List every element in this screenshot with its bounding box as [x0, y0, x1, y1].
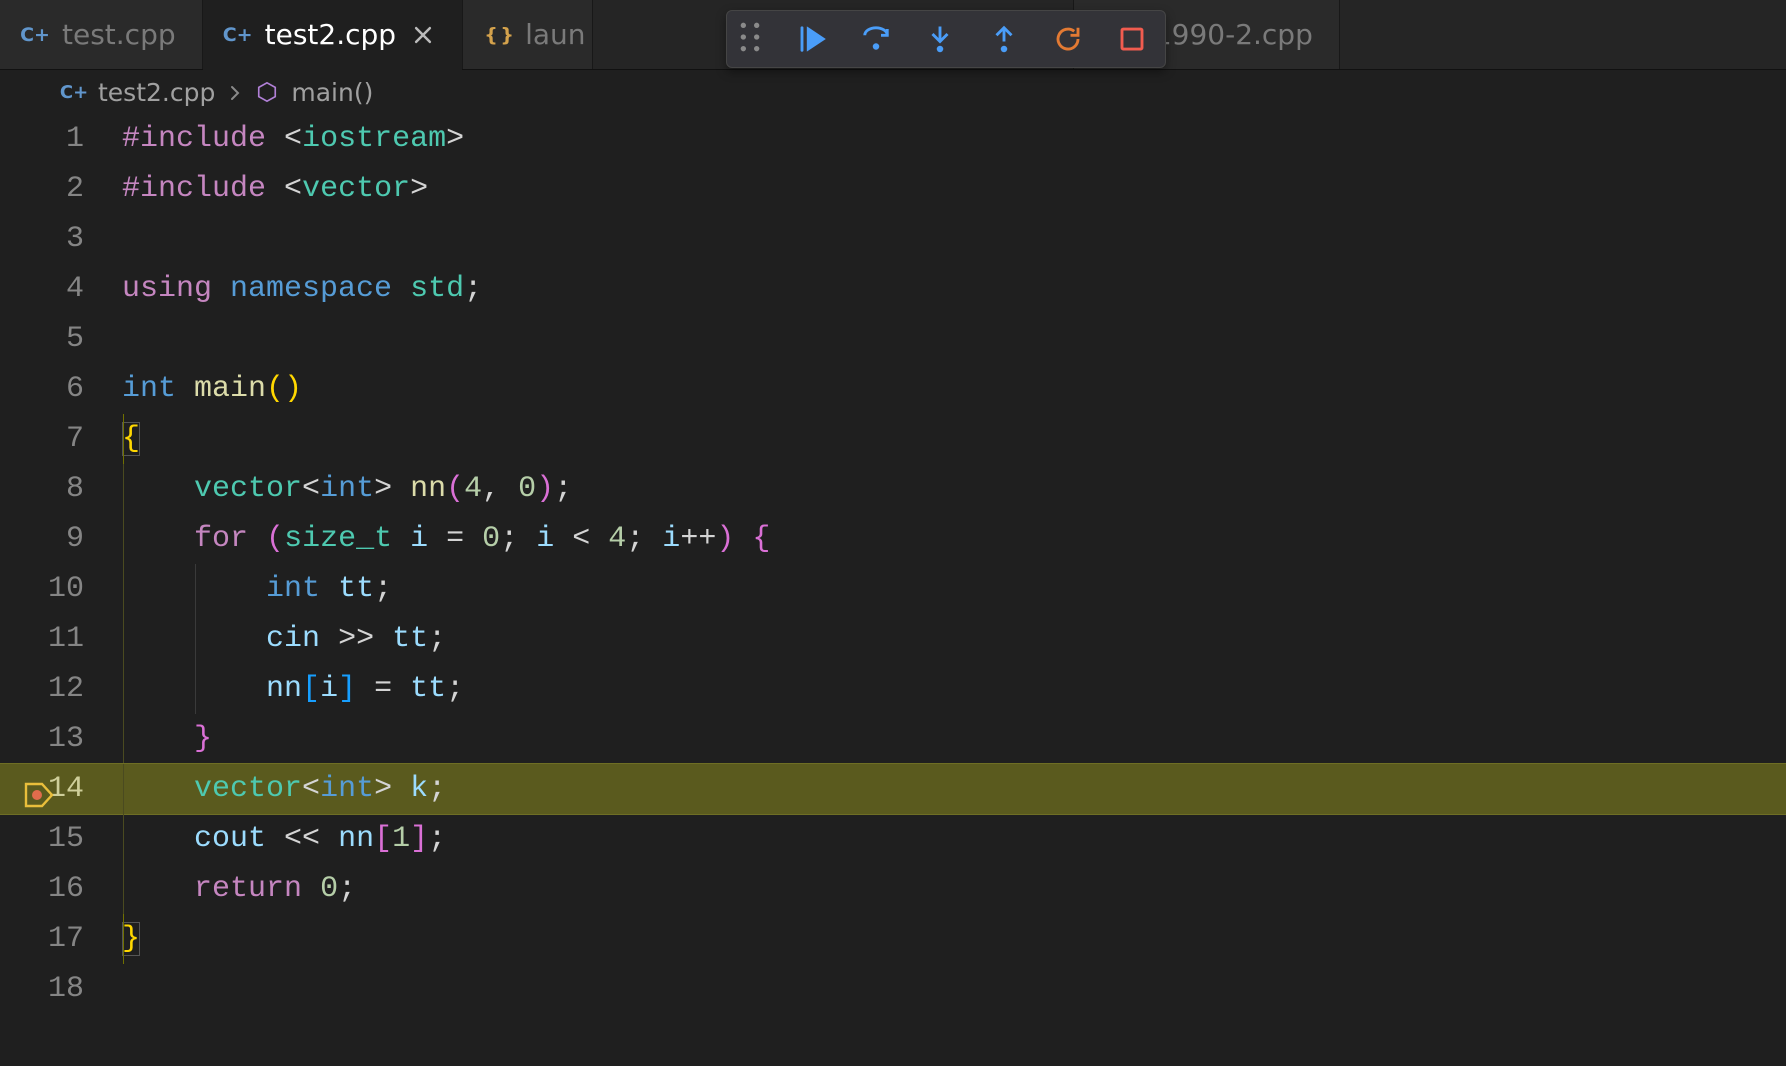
code-editor[interactable]: 1#include <iostream>2#include <vector>34… [0, 114, 1786, 1066]
line-number[interactable]: 5 [0, 314, 122, 364]
close-tab-button[interactable] [410, 22, 436, 48]
stop-button[interactable] [1115, 22, 1149, 56]
symbol-method-icon [255, 80, 279, 104]
code-line[interactable]: 13 } [0, 714, 1786, 764]
code-line-content[interactable]: cout << nn[1]; [122, 814, 1786, 864]
line-number[interactable]: 13 [0, 714, 122, 764]
code-line-content[interactable]: int tt; [122, 564, 1786, 614]
line-number[interactable]: 6 [0, 364, 122, 414]
drag-grip-icon[interactable] [735, 22, 765, 56]
cpp-file-icon: C+ [225, 22, 251, 48]
code-line-content[interactable]: cin >> tt; [122, 614, 1786, 664]
line-number[interactable]: 12 [0, 664, 122, 714]
code-line[interactable]: 3 [0, 214, 1786, 264]
code-line[interactable]: 6int main() [0, 364, 1786, 414]
line-number[interactable]: 14 [0, 764, 122, 814]
restart-button[interactable] [1051, 22, 1085, 56]
code-line-content[interactable]: { [122, 414, 1786, 464]
code-line-content[interactable]: nn[i] = tt; [122, 664, 1786, 714]
step-into-button[interactable] [923, 22, 957, 56]
code-line-content[interactable]: using namespace std; [122, 264, 1786, 314]
line-number[interactable]: 8 [0, 464, 122, 514]
code-line[interactable]: 2#include <vector> [0, 164, 1786, 214]
code-line[interactable]: 16 return 0; [0, 864, 1786, 914]
tab-test2-cpp[interactable]: C+ test2.cpp [203, 0, 463, 69]
line-number[interactable]: 17 [0, 914, 122, 964]
tab-label: test.cpp [62, 18, 176, 51]
code-line-content[interactable]: vector<int> nn(4, 0); [122, 464, 1786, 514]
breadcrumb[interactable]: C+ test2.cpp main() [0, 70, 1786, 114]
code-line-content[interactable]: #include <vector> [122, 164, 1786, 214]
breakpoint-current-icon[interactable] [24, 776, 54, 826]
code-line-content[interactable]: vector<int> k; [122, 764, 1786, 814]
code-line-content[interactable]: #include <iostream> [122, 114, 1786, 164]
continue-button[interactable] [795, 22, 829, 56]
code-line-content[interactable]: } [122, 714, 1786, 764]
chevron-right-icon [227, 78, 243, 107]
step-over-button[interactable] [859, 22, 893, 56]
code-line[interactable]: 4using namespace std; [0, 264, 1786, 314]
tab-label: test2.cpp [265, 18, 396, 51]
code-line-content[interactable]: return 0; [122, 864, 1786, 914]
line-number[interactable]: 7 [0, 414, 122, 464]
code-line[interactable]: 12 nn[i] = tt; [0, 664, 1786, 714]
step-out-button[interactable] [987, 22, 1021, 56]
line-number[interactable]: 10 [0, 564, 122, 614]
line-number[interactable]: 9 [0, 514, 122, 564]
code-line[interactable]: 17} [0, 914, 1786, 964]
tab-launch-json[interactable]: { } laun [463, 0, 593, 69]
code-line[interactable]: 1#include <iostream> [0, 114, 1786, 164]
breadcrumb-file[interactable]: test2.cpp [98, 78, 215, 107]
tab-label: laun [525, 18, 585, 51]
cpp-file-icon: C+ [62, 80, 86, 104]
code-line[interactable]: 18 [0, 964, 1786, 1014]
code-line-content[interactable]: for (size_t i = 0; i < 4; i++) { [122, 514, 1786, 564]
code-line-content[interactable]: } [122, 914, 1786, 964]
code-line[interactable]: 5 [0, 314, 1786, 364]
code-line[interactable]: 15 cout << nn[1]; [0, 814, 1786, 864]
code-line[interactable]: 8 vector<int> nn(4, 0); [0, 464, 1786, 514]
line-number[interactable]: 4 [0, 264, 122, 314]
debug-toolbar[interactable] [726, 10, 1166, 68]
line-number[interactable]: 2 [0, 164, 122, 214]
line-number[interactable]: 18 [0, 964, 122, 1014]
code-line[interactable]: 11 cin >> tt; [0, 614, 1786, 664]
line-number[interactable]: 1 [0, 114, 122, 164]
line-number[interactable]: 16 [0, 864, 122, 914]
json-file-icon: { } [485, 22, 511, 48]
line-number[interactable]: 11 [0, 614, 122, 664]
line-number[interactable]: 3 [0, 214, 122, 264]
code-line[interactable]: 14 vector<int> k; [0, 764, 1786, 814]
editor-workbench: C+ test.cpp C+ test2.cpp { } laun C+ p19… [0, 0, 1786, 1066]
code-line[interactable]: 7{ [0, 414, 1786, 464]
code-line[interactable]: 9 for (size_t i = 0; i < 4; i++) { [0, 514, 1786, 564]
cpp-file-icon: C+ [22, 22, 48, 48]
breadcrumb-symbol[interactable]: main() [291, 78, 373, 107]
line-number[interactable]: 15 [0, 814, 122, 864]
code-line[interactable]: 10 int tt; [0, 564, 1786, 614]
code-line-content[interactable]: int main() [122, 364, 1786, 414]
tab-test-cpp[interactable]: C+ test.cpp [0, 0, 203, 69]
